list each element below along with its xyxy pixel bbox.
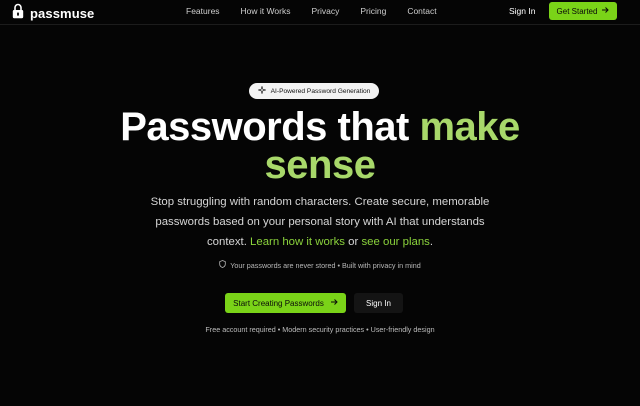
hero-footnote: Free account required • Modern security …: [205, 325, 435, 334]
sparkle-icon: [256, 85, 267, 96]
padlock-icon: [12, 3, 24, 24]
sign-in-link[interactable]: Sign In: [509, 6, 535, 16]
ai-badge: AI-Powered Password Generation: [249, 83, 379, 99]
arrow-right-icon: [330, 298, 338, 308]
hero-sign-in-button[interactable]: Sign In: [354, 293, 403, 313]
headline-accent-sense: sense: [264, 143, 376, 187]
get-started-label: Get Started: [556, 6, 598, 16]
nav-link-pricing[interactable]: Pricing: [360, 6, 386, 16]
headline-accent-make: make: [419, 105, 520, 149]
start-creating-button[interactable]: Start Creating Passwords: [225, 293, 346, 313]
subtitle-or: or: [345, 236, 362, 248]
nav-links: Features How it Works Privacy Pricing Co…: [186, 6, 458, 16]
start-creating-label: Start Creating Passwords: [233, 298, 324, 308]
brand[interactable]: passmuse: [12, 3, 94, 24]
shield-icon: [219, 260, 226, 270]
hero-headline: Passwords that make sense: [0, 105, 640, 187]
nav-link-privacy[interactable]: Privacy: [311, 6, 339, 16]
brand-name: passmuse: [30, 6, 95, 21]
badge-label: AI-Powered Password Generation: [270, 87, 371, 95]
privacy-note-text: Your passwords are never stored • Built …: [230, 260, 421, 270]
landing-page: passmuse Features How it Works Privacy P…: [0, 0, 640, 406]
get-started-button[interactable]: Get Started: [549, 2, 617, 20]
nav-link-contact[interactable]: Contact: [407, 6, 436, 16]
top-nav: passmuse Features How it Works Privacy P…: [0, 0, 640, 25]
see-plans-link[interactable]: see our plans: [361, 236, 429, 248]
subtitle-end: .: [429, 236, 434, 248]
learn-how-link[interactable]: Learn how it works: [250, 236, 345, 248]
hero-subtitle: Stop struggling with random characters. …: [140, 192, 500, 252]
arrow-right-icon: [601, 6, 610, 16]
nav-link-features[interactable]: Features: [186, 6, 220, 16]
nav-link-how-it-works[interactable]: How it Works: [241, 6, 291, 16]
privacy-note: Your passwords are never stored • Built …: [0, 260, 640, 270]
